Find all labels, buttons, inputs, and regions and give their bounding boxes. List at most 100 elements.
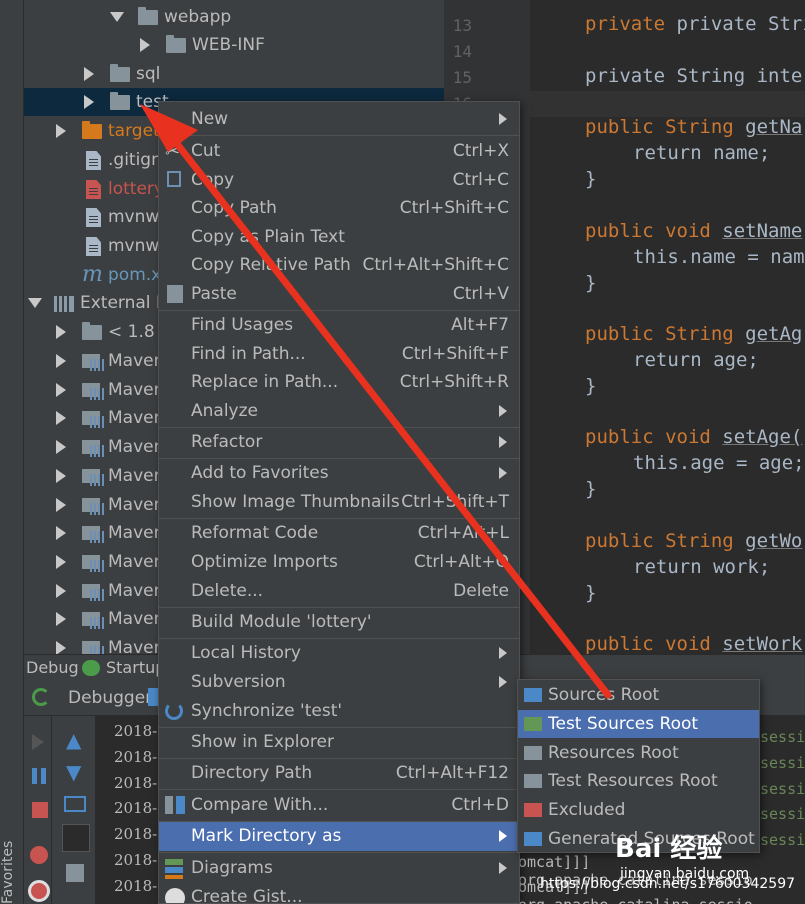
menu-item-build-module[interactable]: Build Module 'lottery' xyxy=(159,608,519,637)
step-down-icon[interactable]: ▼ xyxy=(66,760,81,784)
expand-arrow-icon[interactable] xyxy=(56,497,66,512)
folder-icon xyxy=(524,803,542,818)
scissors-icon: ✂ xyxy=(165,141,181,162)
submenu-arrow-icon xyxy=(499,436,507,448)
folder-icon xyxy=(110,92,130,110)
console-line: sessio xyxy=(760,805,805,824)
code-keyword: public String xyxy=(585,530,746,552)
menu-item-copy-path[interactable]: Copy Path Ctrl+Shift+C xyxy=(159,194,519,223)
code-line: return work; xyxy=(633,556,771,578)
expand-arrow-icon[interactable] xyxy=(56,641,66,654)
expand-arrow-icon[interactable] xyxy=(56,325,66,339)
tree-label: sql xyxy=(136,64,161,84)
menu-item-synchronize[interactable]: Synchronize 'test' xyxy=(159,697,519,726)
menu-item-cut[interactable]: ✂ Cut Ctrl+X xyxy=(159,137,519,166)
startup-config-tab[interactable]: Startup xyxy=(106,655,165,681)
maven-lib-icon xyxy=(82,641,104,654)
expand-arrow-icon[interactable] xyxy=(56,411,66,426)
tree-node-web-inf[interactable]: WEB-INF xyxy=(24,31,444,59)
favorites-tool-tab[interactable]: Favorites xyxy=(0,841,22,904)
menu-item-new[interactable]: New xyxy=(159,105,519,134)
menu-item-find-usages[interactable]: Find Usages Alt+F7 xyxy=(159,311,519,340)
menu-item-copy[interactable]: Copy Ctrl+C xyxy=(159,166,519,195)
menu-item-directory-path[interactable]: Directory Path Ctrl+Alt+F12 xyxy=(159,759,519,788)
folder-icon xyxy=(110,64,130,82)
maven-icon: m xyxy=(82,262,103,287)
debug-tab[interactable]: Debug xyxy=(26,655,79,681)
tree-label: webapp xyxy=(164,7,232,27)
menu-item-find-in-path[interactable]: Find in Path... Ctrl+Shift+F xyxy=(159,340,519,369)
menu-item-optimize-imports[interactable]: Optimize Imports Ctrl+Alt+O xyxy=(159,548,519,577)
menu-item-paste[interactable]: Paste Ctrl+V xyxy=(159,280,519,309)
expand-arrow-icon[interactable] xyxy=(56,612,66,627)
debug-step-toolbar: ▲ ▼ xyxy=(52,716,96,904)
menu-item-mark-directory-as[interactable]: Mark Directory as xyxy=(159,822,519,851)
menu-item-reformat-code[interactable]: Reformat Code Ctrl+Alt+L xyxy=(159,519,519,548)
folder-icon xyxy=(524,832,542,846)
step-up-icon[interactable]: ▲ xyxy=(66,728,81,752)
jdk-icon xyxy=(82,322,102,340)
submenu-item-sources-root[interactable]: Sources Root xyxy=(518,681,759,709)
expand-arrow-icon[interactable] xyxy=(56,526,66,541)
tab-debugger[interactable]: Debugger xyxy=(64,684,156,712)
submenu-arrow-icon xyxy=(499,405,507,417)
expand-arrow-icon[interactable] xyxy=(56,382,66,397)
submenu-item-excluded[interactable]: Excluded xyxy=(518,796,759,824)
expand-arrow-icon[interactable] xyxy=(84,67,94,81)
menu-item-show-in-explorer[interactable]: Show in Explorer xyxy=(159,728,519,757)
code-line: return age; xyxy=(633,349,759,371)
menu-item-replace-in-path[interactable]: Replace in Path... Ctrl+Shift+R xyxy=(159,368,519,397)
pause-icon[interactable] xyxy=(32,768,46,784)
submenu-arrow-icon xyxy=(499,830,507,842)
code-line: } xyxy=(585,375,597,397)
tree-node-webapp[interactable]: webapp xyxy=(24,3,444,31)
menu-item-show-image-thumbnails[interactable]: Show Image Thumbnails Ctrl+Shift+T xyxy=(159,488,519,517)
menu-item-local-history[interactable]: Local History xyxy=(159,639,519,668)
menu-item-refactor[interactable]: Refactor xyxy=(159,428,519,457)
menu-separator xyxy=(159,852,519,853)
code-line: this.age = age; xyxy=(633,452,805,474)
expand-arrow-icon[interactable] xyxy=(84,95,94,109)
menu-item-delete[interactable]: Delete... Delete xyxy=(159,577,519,606)
submenu-item-resources-root[interactable]: Resources Root xyxy=(518,739,759,767)
menu-item-create-gist[interactable]: Create Gist... xyxy=(159,883,519,903)
print-icon[interactable] xyxy=(66,864,84,882)
expand-arrow-icon[interactable] xyxy=(56,468,66,483)
collapse-arrow-icon[interactable] xyxy=(28,298,42,308)
context-menu: New ✂ Cut Ctrl+X Copy Ctrl+C Copy Path Ctrl+… xyxy=(158,101,520,904)
evaluate-icon[interactable] xyxy=(64,796,86,812)
collapse-arrow-icon[interactable] xyxy=(110,12,124,22)
stop-icon[interactable] xyxy=(32,802,48,818)
menu-item-diagrams[interactable]: Diagrams xyxy=(159,854,519,883)
menu-item-analyze[interactable]: Analyze xyxy=(159,397,519,426)
mute-breakpoints-icon[interactable] xyxy=(28,880,50,902)
expand-arrow-icon[interactable] xyxy=(140,38,150,52)
expand-arrow-icon[interactable] xyxy=(56,554,66,569)
file-icon xyxy=(86,208,101,227)
maven-lib-icon xyxy=(82,354,104,371)
tree-label: Maven xyxy=(108,494,165,515)
watermark-url: https://blog.csdn.net/s17600342597 xyxy=(540,876,796,892)
menu-item-compare-with[interactable]: Compare With... Ctrl+D xyxy=(159,791,519,820)
resume-icon[interactable] xyxy=(32,734,44,750)
menu-item-subversion[interactable]: Subversion xyxy=(159,668,519,697)
submenu-item-test-resources-root[interactable]: Test Resources Root xyxy=(518,767,759,795)
tree-label: .gitign xyxy=(108,150,162,170)
menu-item-add-to-favorites[interactable]: Add to Favorites xyxy=(159,459,519,488)
layout-icon[interactable] xyxy=(62,824,90,852)
console-timestamp: 2018-( xyxy=(114,747,164,766)
rerun-icon[interactable] xyxy=(32,688,50,706)
code-line: } xyxy=(585,168,597,190)
expand-arrow-icon[interactable] xyxy=(56,124,66,138)
submenu-item-test-sources-root[interactable]: Test Sources Root xyxy=(518,709,759,738)
tree-label: Maven xyxy=(108,638,165,654)
code-editor[interactable]: private private String work private Stri… xyxy=(530,0,805,654)
menu-item-copy-relative-path[interactable]: Copy Relative Path Ctrl+Alt+Shift+C xyxy=(159,251,519,280)
menu-item-copy-plain-text[interactable]: Copy as Plain Text xyxy=(159,223,519,252)
expand-arrow-icon[interactable] xyxy=(56,583,66,598)
tree-node-sql[interactable]: sql xyxy=(24,60,444,88)
breakpoints-icon[interactable] xyxy=(30,846,48,864)
expand-arrow-icon[interactable] xyxy=(56,440,66,455)
compare-icon xyxy=(165,796,185,814)
expand-arrow-icon[interactable] xyxy=(56,354,66,368)
